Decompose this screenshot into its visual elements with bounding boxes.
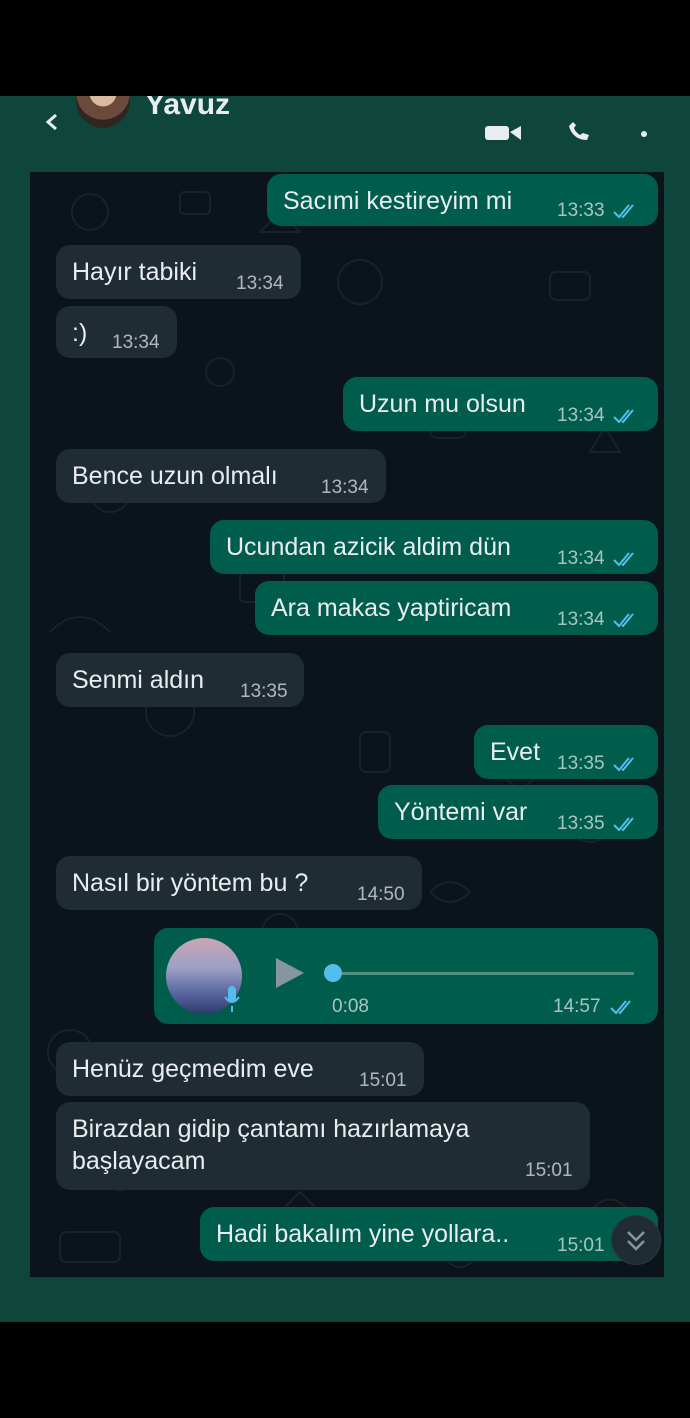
message-text: Bence uzun olmalı: [72, 462, 278, 490]
message-bubble-incoming[interactable]: Hayır tabiki 13:34: [56, 245, 301, 299]
message-time: 13:34: [112, 332, 160, 353]
message-bubble-outgoing[interactable]: Hadi bakalım yine yollara.. 15:01: [200, 1207, 658, 1261]
message-text: Hayır tabiki: [72, 258, 198, 286]
message-bubble-incoming[interactable]: Senmi aldın 13:35: [56, 653, 304, 707]
message-text: :): [72, 319, 88, 347]
message-bubble-incoming[interactable]: Birazdan gidip çantamı hazırlamaya başla…: [56, 1102, 590, 1190]
double-check-icon: [613, 552, 634, 566]
message-bubble-outgoing[interactable]: Ara makas yaptiricam 13:34: [255, 581, 658, 635]
message-time: 13:34: [321, 477, 369, 498]
message-text: Evet: [490, 738, 541, 766]
message-bubble-outgoing[interactable]: Sacımi kestireyim mi 13:33: [267, 174, 658, 226]
message-time: 13:34: [557, 609, 605, 630]
voice-duration: 0:08: [332, 996, 369, 1017]
more-options-icon[interactable]: [640, 124, 648, 138]
message-time: 15:01: [525, 1160, 573, 1181]
message-bubble-outgoing[interactable]: Ucundan azicik aldim dün 13:34: [210, 520, 658, 574]
message-bubble-incoming[interactable]: Henüz geçmedim eve 15:01: [56, 1042, 424, 1096]
message-text: Uzun mu olsun: [359, 390, 526, 418]
double-check-icon: [613, 613, 634, 627]
message-time: 13:35: [557, 813, 605, 834]
back-arrow-icon[interactable]: [44, 114, 60, 130]
message-bubble-outgoing[interactable]: Uzun mu olsun 13:34: [343, 377, 658, 431]
contact-name[interactable]: Yavuz: [145, 96, 230, 120]
double-check-icon: [610, 1000, 631, 1014]
message-text: Nasıl bir yöntem bu ?: [72, 869, 309, 897]
voice-progress-handle[interactable]: [324, 964, 342, 982]
chat-header: Yavuz: [0, 96, 690, 168]
microphone-icon: [224, 986, 240, 1012]
message-text-line-1: Birazdan gidip çantamı hazırlamaya: [72, 1115, 470, 1143]
message-bubble-incoming[interactable]: :) 13:34: [56, 306, 177, 358]
message-time: 13:34: [236, 273, 284, 294]
message-bubble-incoming[interactable]: Nasıl bir yöntem bu ? 14:50: [56, 856, 422, 910]
message-text: Yöntemi var: [394, 798, 528, 826]
message-time: 15:01: [359, 1070, 407, 1091]
scroll-to-bottom-button[interactable]: [611, 1215, 661, 1265]
double-check-icon: [613, 409, 634, 423]
message-bubble-incoming[interactable]: Bence uzun olmalı 13:34: [56, 449, 386, 503]
message-text: Sacımi kestireyim mi: [283, 187, 513, 215]
message-text: Henüz geçmedim eve: [72, 1055, 314, 1083]
message-time: 14:50: [357, 884, 405, 905]
message-time: 13:35: [240, 681, 288, 702]
message-text: Senmi aldın: [72, 666, 205, 694]
message-text: Ara makas yaptiricam: [271, 594, 512, 622]
message-time: 13:34: [557, 548, 605, 569]
message-text: Hadi bakalım yine yollara..: [216, 1220, 510, 1248]
play-icon[interactable]: [272, 956, 306, 990]
message-text-line-2: başlayacam: [72, 1147, 206, 1175]
message-time: 13:35: [557, 753, 605, 774]
double-check-icon: [613, 817, 634, 831]
message-time: 14:57: [553, 996, 601, 1017]
phone-call-icon[interactable]: [567, 122, 591, 142]
video-call-icon[interactable]: [485, 124, 521, 140]
message-bubble-outgoing[interactable]: Evet 13:35: [474, 725, 658, 779]
chevron-double-down-icon: [627, 1231, 645, 1251]
double-check-icon: [613, 757, 634, 771]
contact-avatar[interactable]: [76, 96, 130, 128]
message-time: 13:33: [557, 200, 605, 221]
double-check-icon: [613, 204, 634, 218]
message-text: Ucundan azicik aldim dün: [226, 533, 511, 561]
message-time: 15:01: [557, 1235, 605, 1256]
voice-progress-track[interactable]: [328, 972, 634, 975]
voice-message-bubble[interactable]: 0:08 14:57: [154, 928, 658, 1024]
message-time: 13:34: [557, 405, 605, 426]
message-bubble-outgoing[interactable]: Yöntemi var 13:35: [378, 785, 658, 839]
